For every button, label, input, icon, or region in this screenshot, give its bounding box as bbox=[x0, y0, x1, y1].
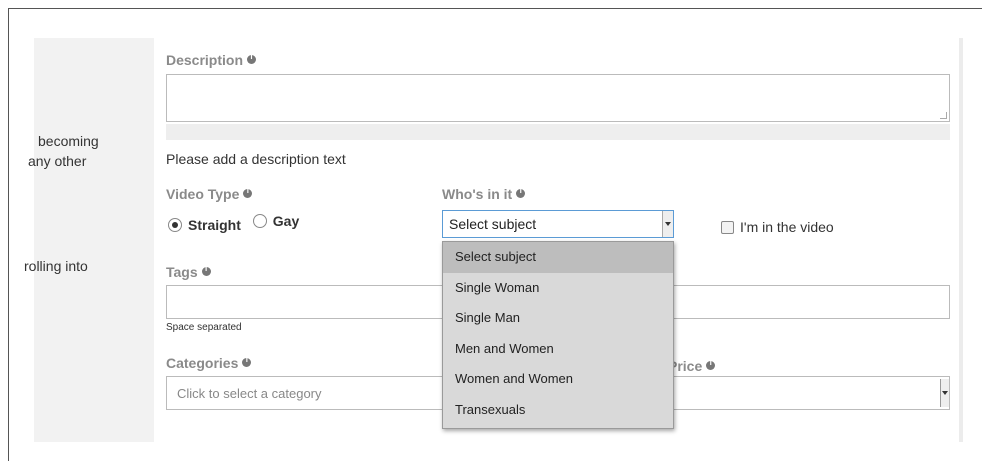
left-text-fragment: rolling into bbox=[24, 258, 88, 274]
dropdown-option[interactable]: Single Woman bbox=[443, 273, 673, 304]
left-text-fragment: becoming bbox=[38, 133, 99, 149]
whos-in-it-label: Who's in it bbox=[442, 186, 526, 202]
dropdown-option[interactable]: Transexuals bbox=[443, 395, 673, 426]
textarea-footer-bar bbox=[166, 124, 950, 140]
radio-straight[interactable]: Straight bbox=[168, 217, 241, 233]
categories-label: Categories bbox=[166, 355, 252, 371]
left-column: becoming any other rolling into bbox=[24, 38, 154, 442]
radio-unchecked-icon[interactable] bbox=[252, 214, 267, 228]
description-textarea[interactable] bbox=[166, 74, 950, 122]
chevron-down-icon[interactable] bbox=[662, 211, 673, 237]
description-label: Description bbox=[166, 52, 257, 68]
dropdown-option[interactable]: Men and Women bbox=[443, 334, 673, 365]
checkbox-icon[interactable] bbox=[721, 220, 734, 234]
radio-checked-icon[interactable] bbox=[168, 218, 182, 232]
chevron-down-icon[interactable] bbox=[940, 379, 949, 407]
info-icon[interactable] bbox=[706, 358, 716, 370]
subject-select[interactable]: Select subject bbox=[442, 210, 674, 238]
left-text-fragment: any other bbox=[28, 153, 87, 169]
description-hint: Please add a description text bbox=[166, 151, 346, 167]
info-icon[interactable] bbox=[243, 186, 253, 198]
dropdown-option[interactable]: Select subject bbox=[443, 242, 673, 273]
in-video-checkbox[interactable]: I'm in the video bbox=[721, 219, 834, 235]
video-type-radios: Straight Gay bbox=[168, 213, 307, 233]
radio-gay[interactable]: Gay bbox=[252, 213, 299, 229]
info-icon[interactable] bbox=[242, 355, 252, 367]
right-border bbox=[959, 38, 963, 442]
info-icon[interactable] bbox=[201, 264, 211, 276]
tags-helper: Space separated bbox=[166, 322, 242, 333]
tags-label: Tags bbox=[166, 264, 211, 280]
price-label: Price bbox=[668, 358, 716, 374]
dropdown-option[interactable]: Single Man bbox=[443, 303, 673, 334]
subject-dropdown-list: Select subject Single Woman Single Man M… bbox=[442, 241, 674, 429]
price-select[interactable] bbox=[668, 376, 950, 410]
video-type-label: Video Type bbox=[166, 186, 253, 202]
dropdown-option[interactable]: Women and Women bbox=[443, 364, 673, 395]
info-icon[interactable] bbox=[247, 52, 257, 64]
categories-input[interactable]: Click to select a category bbox=[166, 376, 468, 410]
resize-grip-icon[interactable] bbox=[940, 112, 947, 119]
info-icon[interactable] bbox=[516, 186, 526, 198]
